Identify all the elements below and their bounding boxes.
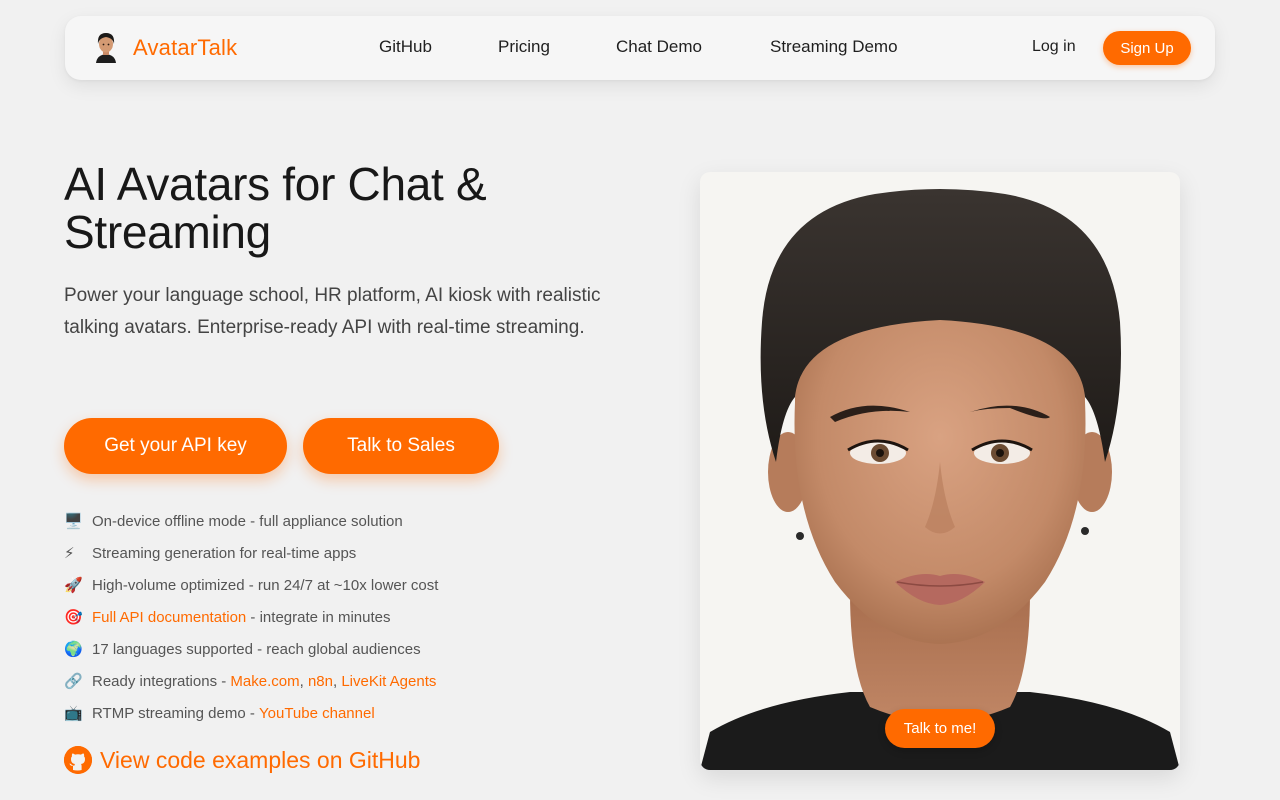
brand-name: AvatarTalk	[133, 34, 238, 60]
feature-text: RTMP streaming demo -	[92, 704, 259, 722]
youtube-channel-link[interactable]: YouTube channel	[259, 705, 375, 722]
lightning-icon: ⚡	[64, 544, 75, 562]
link-icon: 🔗	[64, 672, 83, 690]
rocket-icon: 🚀	[64, 576, 83, 594]
desktop-computer-icon: 🖥️	[64, 512, 83, 530]
n8n-link[interactable]: n8n	[308, 673, 333, 690]
feature-text: Ready integrations -	[92, 672, 231, 690]
globe-icon: 🌍	[64, 640, 83, 658]
feature-item-api-docs: 🎯 Full API documentation - integrate in …	[64, 601, 438, 633]
feature-text: 17 languages supported - reach global au…	[92, 640, 421, 658]
feature-item-rtmp: 📺 RTMP streaming demo - YouTube channel	[64, 697, 438, 729]
hero-subtitle: Power your language school, HR platform,…	[64, 285, 601, 338]
feature-text: High-volume optimized - run 24/7 at ~10x…	[92, 576, 439, 594]
api-documentation-link[interactable]: Full API documentation	[92, 609, 246, 626]
feature-text: Streaming generation for real-time apps	[92, 544, 357, 562]
feature-text: On-device offline mode - full appliance …	[92, 512, 403, 530]
avatar-portrait	[700, 189, 1180, 770]
feature-item-integrations: 🔗 Ready integrations - Make.com, n8n, Li…	[64, 665, 438, 697]
separator-comma: ,	[332, 672, 342, 690]
talk-to-sales-button[interactable]: Talk to Sales	[303, 418, 499, 474]
get-api-key-button[interactable]: Get your API key	[64, 418, 287, 474]
login-link[interactable]: Log in	[1032, 38, 1076, 56]
github-icon	[64, 746, 92, 774]
target-icon: 🎯	[64, 608, 83, 626]
avatar-card: Talk to me!	[700, 172, 1180, 770]
feature-item-high-volume: 🚀 High-volume optimized - run 24/7 at ~1…	[64, 569, 438, 601]
feature-item-streaming: ⚡ Streaming generation for real-time app…	[64, 537, 438, 569]
livekit-agents-link[interactable]: LiveKit Agents	[341, 673, 436, 690]
feature-list: 🖥️ On-device offline mode - full applian…	[64, 505, 438, 729]
github-examples-label: View code examples on GitHub	[100, 746, 421, 773]
nav-link-chat-demo[interactable]: Chat Demo	[616, 37, 702, 57]
make-com-link[interactable]: Make.com	[230, 673, 299, 690]
separator-comma: ,	[299, 672, 308, 690]
feature-text: - integrate in minutes	[246, 608, 391, 626]
github-examples-link[interactable]: View code examples on GitHub	[64, 746, 420, 774]
hero-title: AI Avatars for Chat & Streaming	[64, 158, 487, 258]
signup-button[interactable]: Sign Up	[1103, 31, 1191, 65]
feature-item-languages: 🌍 17 languages supported - reach global …	[64, 633, 438, 665]
nav-link-pricing[interactable]: Pricing	[498, 37, 550, 57]
feature-item-offline: 🖥️ On-device offline mode - full applian…	[64, 505, 438, 537]
brand-logo-link[interactable]: AvatarTalk	[93, 32, 237, 63]
brand-avatar-icon	[93, 32, 119, 63]
television-icon: 📺	[64, 704, 83, 722]
talk-to-me-button[interactable]: Talk to me!	[885, 709, 995, 748]
nav-link-github[interactable]: GitHub	[379, 37, 432, 57]
nav-link-streaming-demo[interactable]: Streaming Demo	[770, 37, 898, 57]
top-navigation-bar: AvatarTalk GitHub Pricing Chat Demo Stre…	[65, 16, 1215, 80]
